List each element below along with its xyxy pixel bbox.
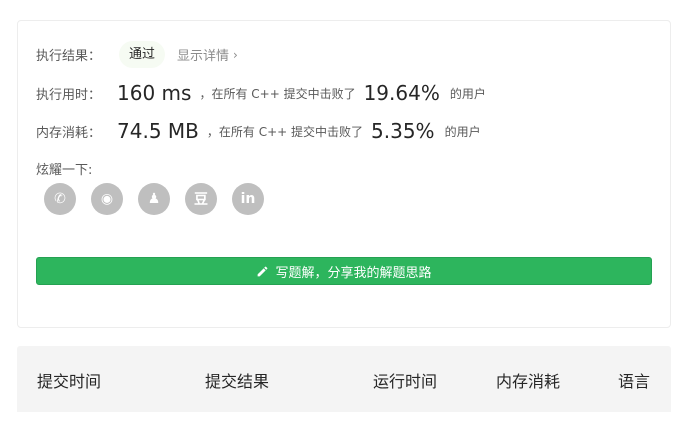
memory-row: 内存消耗： 74.5 MB ，在所有 C++ 提交中击败了 5.35% 的用户 (36, 119, 481, 143)
column-language[interactable]: 语言 (618, 368, 650, 392)
submission-result-card: 执行结果： 通过 显示详情 › 执行用时： 160 ms ，在所有 C++ 提交… (17, 20, 671, 328)
show-details-link[interactable]: 显示详情 › (177, 45, 238, 65)
runtime-beat-text: ，在所有 C++ 提交中击败了 (199, 86, 356, 101)
write-solution-button[interactable]: 写题解，分享我的解题思路 (36, 257, 652, 285)
runtime-percent: 19.64% (363, 81, 440, 105)
memory-percent: 5.35% (371, 119, 435, 143)
column-submit-time[interactable]: 提交时间 (37, 368, 101, 392)
douban-share-button[interactable]: 豆 (185, 183, 217, 215)
submission-table-header: 提交时间 提交结果 运行时间 内存消耗 语言 (17, 346, 671, 412)
show-details-label: 显示详情 (177, 49, 230, 64)
memory-suffix: 的用户 (444, 124, 481, 139)
linkedin-icon: in (240, 191, 256, 207)
memory-beat-text: ，在所有 C++ 提交中击败了 (206, 124, 364, 139)
pencil-icon (258, 266, 268, 276)
douban-icon: 豆 (194, 192, 208, 208)
runtime-row: 执行用时： 160 ms ，在所有 C++ 提交中击败了 19.64% 的用户 (36, 81, 486, 105)
result-row: 执行结果： 通过 显示详情 › (36, 41, 238, 68)
qq-share-button[interactable]: ♟ (138, 183, 170, 215)
qq-icon: ♟ (147, 191, 161, 207)
column-memory[interactable]: 内存消耗 (496, 368, 560, 392)
result-label: 执行结果： (36, 49, 102, 64)
memory-value: 74.5 MB (117, 119, 199, 143)
status-badge: 通过 (119, 41, 166, 68)
wechat-share-button[interactable]: ✆ (44, 183, 76, 215)
runtime-suffix: 的用户 (449, 86, 486, 101)
weibo-share-button[interactable]: ◉ (91, 183, 123, 215)
runtime-label: 执行用时： (36, 87, 102, 103)
share-label: 炫耀一下: (36, 163, 93, 178)
weibo-icon: ◉ (100, 191, 114, 207)
share-buttons: ✆ ◉ ♟ 豆 in (44, 183, 264, 215)
share-row: 炫耀一下: (36, 159, 92, 178)
runtime-value: 160 ms (117, 81, 192, 105)
linkedin-share-button[interactable]: in (232, 183, 264, 215)
memory-label: 内存消耗： (36, 125, 102, 141)
wechat-icon: ✆ (54, 191, 66, 207)
write-solution-label: 写题解，分享我的解题思路 (275, 265, 432, 281)
column-submit-result[interactable]: 提交结果 (205, 368, 269, 392)
column-runtime[interactable]: 运行时间 (373, 368, 437, 392)
chevron-right-icon: › (233, 47, 238, 62)
